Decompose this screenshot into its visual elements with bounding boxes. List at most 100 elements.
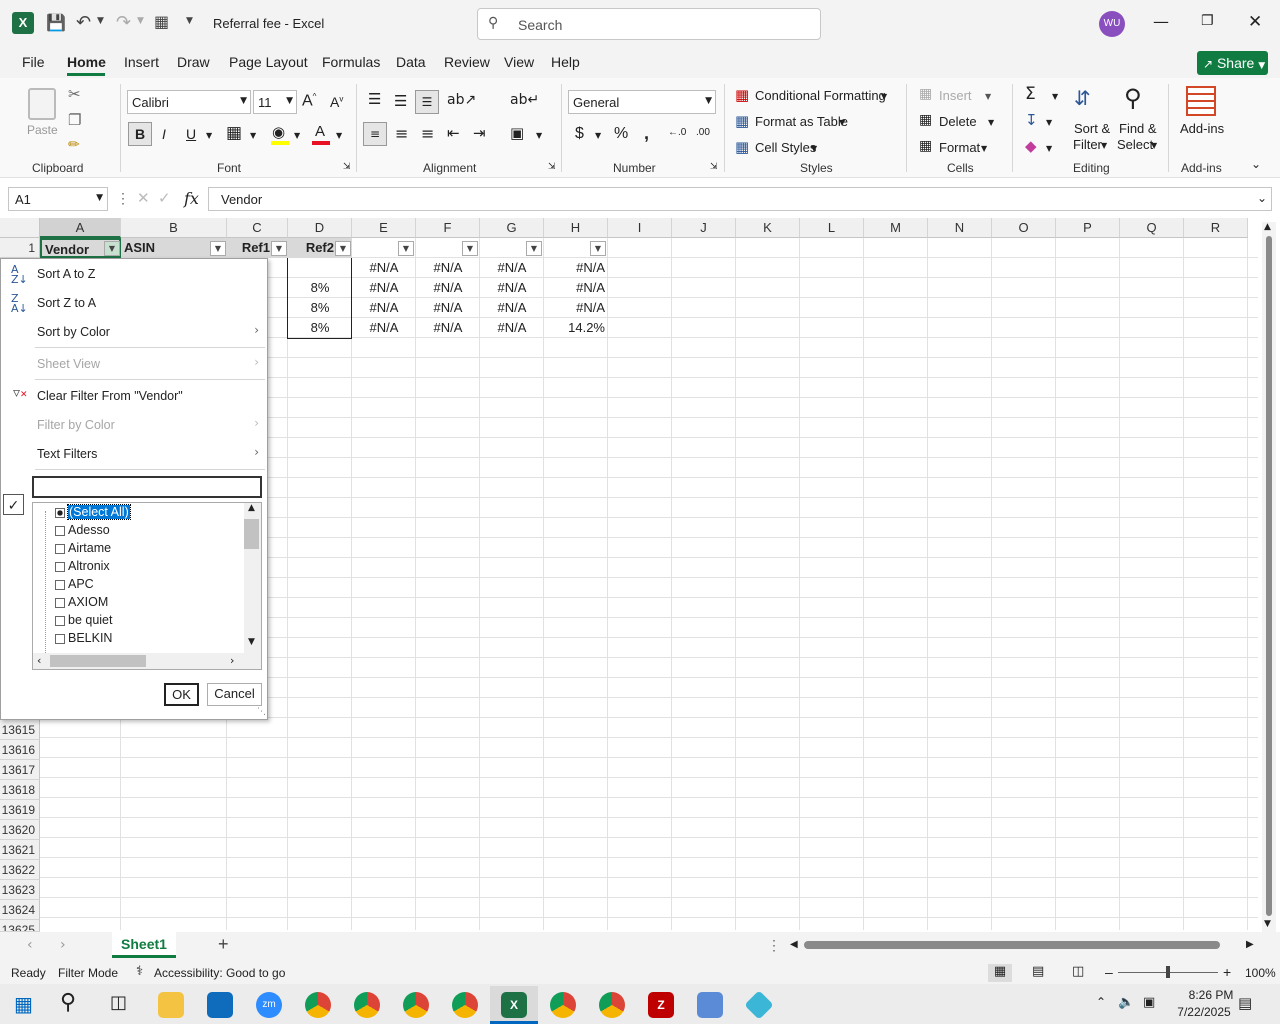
scroll-up-icon[interactable]: ▲ bbox=[1264, 222, 1271, 232]
merge-center-icon[interactable]: ▣ bbox=[510, 124, 524, 142]
decrease-indent-icon[interactable]: ⇤ bbox=[447, 124, 460, 142]
accounting-format-icon[interactable]: $ bbox=[575, 125, 584, 143]
row-header[interactable]: 13621 bbox=[0, 840, 40, 860]
filter-value-item[interactable]: AXIOM bbox=[55, 593, 108, 611]
font-size-select[interactable]: 11 ▼ bbox=[253, 90, 297, 114]
column-header[interactable]: K bbox=[736, 218, 800, 238]
sheet-tab-sheet1[interactable]: Sheet1 bbox=[112, 932, 176, 958]
filter-value-item[interactable]: Altronix bbox=[55, 557, 110, 575]
chrome-icon[interactable] bbox=[452, 992, 478, 1018]
cancel-entry-icon[interactable]: ✕ bbox=[137, 189, 150, 207]
sort-a-to-z[interactable]: Sort A to Z bbox=[37, 267, 95, 281]
corner-select-all[interactable] bbox=[0, 218, 40, 238]
underline-button[interactable]: U bbox=[186, 126, 196, 142]
increase-indent-icon[interactable]: ⇥ bbox=[473, 124, 486, 142]
normal-view-icon[interactable]: ▦ bbox=[988, 964, 1012, 982]
format-as-table-icon[interactable]: ▦ bbox=[735, 112, 749, 130]
insert-cells-button[interactable]: Insert bbox=[939, 88, 972, 103]
cut-icon[interactable]: ✂ bbox=[68, 85, 81, 103]
cell-e[interactable]: #N/A bbox=[352, 318, 416, 338]
filter-search-input[interactable] bbox=[32, 476, 262, 498]
align-top-icon[interactable]: ☰ bbox=[368, 90, 381, 108]
search-icon[interactable]: ⚲ bbox=[60, 990, 76, 1015]
scroll-up-icon[interactable]: ▲ bbox=[248, 503, 255, 513]
clock-date[interactable]: 7/22/2025 bbox=[1166, 1005, 1242, 1019]
cell-styles-button[interactable]: Cell Styles bbox=[755, 140, 816, 155]
checkbox[interactable] bbox=[55, 525, 65, 536]
cell-h[interactable]: #N/A bbox=[544, 258, 608, 278]
prev-sheet-icon[interactable]: ‹ bbox=[27, 937, 33, 953]
cell-h[interactable]: 14.2% bbox=[544, 318, 608, 338]
row-header[interactable]: 13623 bbox=[0, 880, 40, 900]
notifications-icon[interactable]: ▤ bbox=[1238, 994, 1252, 1012]
cell-g[interactable]: #N/A bbox=[480, 298, 544, 318]
comma-format-icon[interactable]: , bbox=[644, 123, 649, 144]
checkbox[interactable] bbox=[55, 579, 65, 590]
column-header[interactable]: J bbox=[672, 218, 736, 238]
chevron-down-icon[interactable]: ▼ bbox=[536, 131, 542, 140]
filezilla-icon[interactable]: Z bbox=[648, 992, 674, 1018]
scroll-left-icon[interactable]: ‹ bbox=[37, 654, 41, 667]
cell-e[interactable]: #N/A bbox=[352, 298, 416, 318]
row-header[interactable]: 13625 bbox=[0, 920, 40, 932]
row-header[interactable]: 13620 bbox=[0, 820, 40, 840]
tab-help[interactable]: Help bbox=[551, 54, 580, 70]
calculator-icon[interactable]: ▦ bbox=[154, 12, 169, 31]
insert-function-icon[interactable]: fx bbox=[184, 189, 199, 208]
borders-icon[interactable]: ▦ bbox=[226, 123, 242, 143]
zoom-slider-thumb[interactable] bbox=[1166, 966, 1170, 978]
filter-value-item[interactable]: Adesso bbox=[55, 521, 110, 539]
customize-qat-icon[interactable]: ▼ bbox=[186, 16, 193, 26]
clear-icon[interactable]: ◆ bbox=[1025, 137, 1037, 155]
row-header[interactable]: 13615 bbox=[0, 720, 40, 740]
tab-home[interactable]: Home bbox=[67, 54, 106, 70]
column-header[interactable]: H bbox=[544, 218, 608, 238]
tab-draw[interactable]: Draw bbox=[177, 54, 210, 70]
insert-cells-icon[interactable]: ▦ bbox=[919, 86, 932, 102]
select-all-check-icon[interactable]: ✓ bbox=[3, 494, 24, 515]
wrap-text-icon[interactable]: ab↵ bbox=[510, 92, 539, 108]
paste-icon[interactable] bbox=[28, 88, 56, 120]
windows-start-icon[interactable]: ▦ bbox=[14, 992, 33, 1016]
text-filters[interactable]: Text Filters bbox=[37, 447, 97, 461]
column-header[interactable]: E bbox=[352, 218, 416, 238]
cell-f[interactable]: #N/A bbox=[416, 318, 480, 338]
tab-file[interactable]: File bbox=[22, 54, 45, 70]
tab-page-layout[interactable]: Page Layout bbox=[229, 54, 308, 70]
chevron-down-icon[interactable]: ▼ bbox=[336, 131, 342, 140]
filter-values-list[interactable]: (Select All) Adesso Airtame Altronix APC AXIO… bbox=[32, 502, 262, 670]
chevron-down-icon[interactable]: ▼ bbox=[1046, 118, 1052, 127]
checkbox[interactable] bbox=[55, 507, 65, 518]
cell-h[interactable]: #N/A bbox=[544, 298, 608, 318]
scroll-down-icon[interactable]: ▼ bbox=[248, 637, 255, 647]
filter-value-item[interactable]: APC bbox=[55, 575, 94, 593]
column-header[interactable]: I bbox=[608, 218, 672, 238]
chevron-down-icon[interactable]: ▼ bbox=[250, 131, 256, 140]
close-icon[interactable]: ✕ bbox=[1248, 12, 1262, 32]
status-accessibility[interactable]: Accessibility: Good to go bbox=[154, 966, 285, 980]
filter-value-item[interactable]: (Select All) bbox=[55, 503, 131, 521]
add-sheet-icon[interactable]: + bbox=[218, 934, 229, 955]
chrome-icon[interactable] bbox=[354, 992, 380, 1018]
confirm-entry-icon[interactable]: ✓ bbox=[158, 189, 171, 207]
chevron-down-icon[interactable]: ▼ bbox=[1052, 92, 1058, 101]
chevron-up-icon[interactable]: ⌃ bbox=[1096, 995, 1106, 1009]
filter-value-item[interactable]: Airtame bbox=[55, 539, 111, 557]
italic-button[interactable]: I bbox=[162, 126, 166, 142]
file-explorer-icon[interactable] bbox=[158, 992, 184, 1018]
conditional-formatting-button[interactable]: Conditional Formatting bbox=[755, 88, 886, 103]
scroll-thumb[interactable] bbox=[1266, 236, 1272, 916]
column-header[interactable]: C bbox=[227, 218, 288, 238]
network-icon[interactable]: ▣ bbox=[1143, 995, 1155, 1010]
cell-e[interactable]: #N/A bbox=[352, 278, 416, 298]
increase-font-icon[interactable]: A^ bbox=[302, 92, 316, 110]
tab-review[interactable]: Review bbox=[444, 54, 490, 70]
row-header[interactable]: 13622 bbox=[0, 860, 40, 880]
chrome-icon[interactable] bbox=[403, 992, 429, 1018]
chevron-down-icon[interactable]: ▼ bbox=[206, 131, 212, 140]
list-horizontal-scrollbar[interactable]: ‹ › bbox=[33, 653, 261, 669]
sort-by-color[interactable]: Sort by Color bbox=[37, 325, 110, 339]
increase-decimal-icon[interactable]: ←.0 bbox=[668, 127, 686, 138]
dialog-launcher-icon[interactable]: ⇲ bbox=[548, 162, 556, 172]
font-color-icon[interactable]: A bbox=[315, 123, 325, 140]
